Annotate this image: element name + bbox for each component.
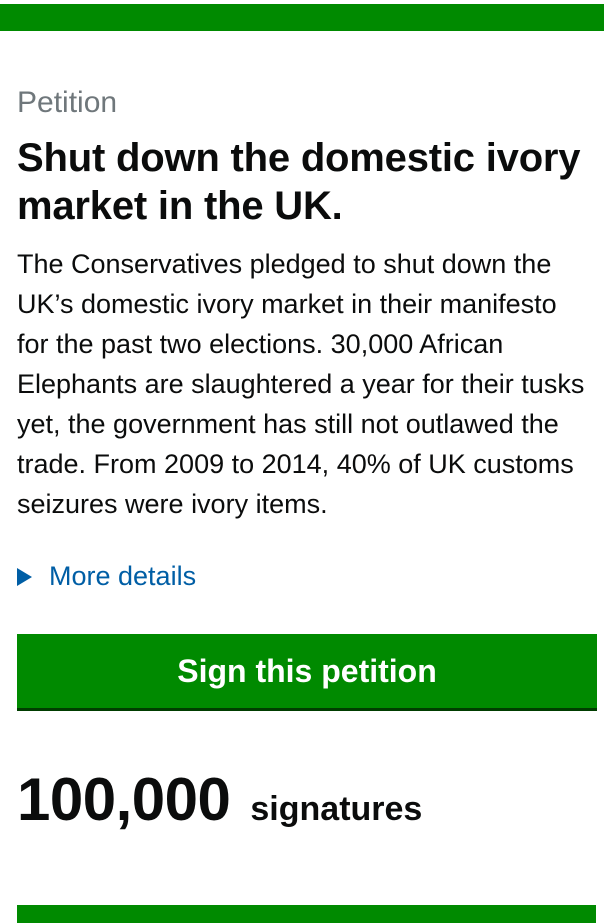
signature-count-unit: signatures: [250, 790, 423, 828]
signature-count: 100,000 signatures: [17, 768, 592, 832]
petition-summary: The Conservatives pledged to shut down t…: [17, 249, 585, 519]
triangle-right-icon: [17, 567, 32, 586]
signature-count-number: 100,000: [17, 766, 231, 833]
petition-title: Shut down the domestic ivory market in t…: [17, 136, 581, 228]
signature-progress-bar: [17, 905, 596, 923]
petition-kicker: Petition: [17, 86, 118, 119]
more-details-toggle[interactable]: More details: [17, 556, 196, 596]
petition-content: Petition Shut down the domestic ivory ma…: [17, 84, 597, 832]
sign-petition-button[interactable]: Sign this petition: [17, 634, 597, 708]
more-details-label: More details: [49, 561, 197, 591]
top-accent-bar: [0, 4, 604, 31]
